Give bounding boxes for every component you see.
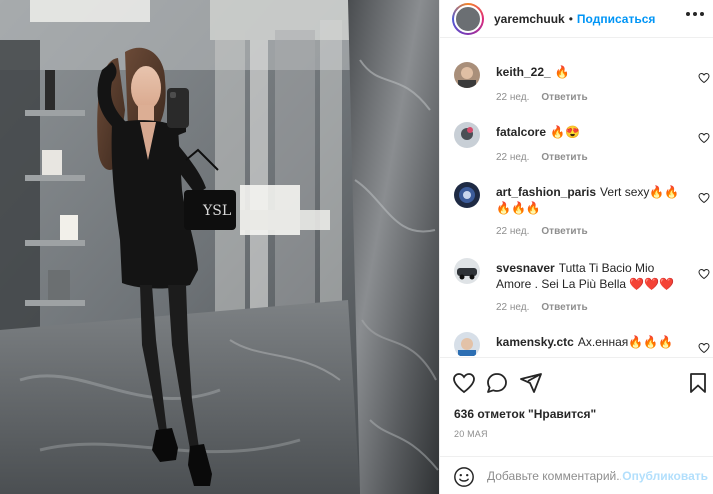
post-side-panel: yaremchuuk • Подписаться keith_22_ 🔥 22 н… (439, 0, 713, 494)
likes-count[interactable]: 636 отметок "Нравится" (454, 407, 596, 421)
commenter-username[interactable]: svesnaver (496, 261, 555, 275)
reply-button[interactable]: Ответить (541, 92, 587, 103)
author-avatar-image (454, 4, 482, 33)
commenter-username[interactable]: kamensky.ctc (496, 335, 574, 349)
reply-button[interactable]: Ответить (541, 152, 587, 163)
more-horizontal-icon[interactable] (686, 12, 704, 16)
commenter-username[interactable]: art_fashion_paris (496, 185, 596, 199)
commenter-username[interactable]: keith_22_ (496, 65, 551, 79)
comment-time: 22 нед. (496, 302, 530, 313)
separator-dot: • (568, 11, 573, 26)
post-actions: 636 отметок "Нравится" 20 мая Опубликова… (440, 357, 713, 494)
share-icon[interactable] (519, 371, 543, 395)
svg-text:YSL: YSL (202, 203, 231, 219)
follow-button[interactable]: Подписаться (577, 12, 655, 26)
comment-time: 22 нед. (496, 226, 530, 237)
commenter-avatar[interactable] (454, 332, 480, 356)
commenter-avatar[interactable] (454, 182, 480, 208)
comment-text: Ах.енная🔥🔥🔥 (577, 335, 674, 349)
commenter-avatar[interactable] (454, 258, 480, 284)
comment-time: 22 нед. (496, 92, 530, 103)
comment-like-heart-icon[interactable] (698, 342, 710, 354)
mirror-selfie-image: YSL (0, 0, 439, 494)
heart-icon[interactable] (452, 371, 476, 395)
commenter-avatar[interactable] (454, 122, 480, 148)
comment-like-heart-icon[interactable] (698, 192, 710, 204)
emoji-icon[interactable] (453, 466, 475, 488)
publish-button[interactable]: Опубликовать (622, 469, 708, 483)
commenter-username[interactable]: fatalcore (496, 125, 546, 139)
post-date[interactable]: 20 мая (454, 429, 488, 439)
comment-like-heart-icon[interactable] (698, 132, 710, 144)
author-username[interactable]: yaremchuuk (494, 12, 565, 26)
commenter-avatar[interactable] (454, 62, 480, 88)
comment-icon[interactable] (485, 371, 509, 395)
comments-list[interactable]: keith_22_ 🔥 22 нед. Ответить fatalcore 🔥😍 2… (440, 38, 713, 356)
reply-button[interactable]: Ответить (541, 226, 587, 237)
comment-text: 🔥 (554, 65, 570, 79)
post-photo[interactable]: YSL (0, 0, 439, 494)
add-comment-bar: Опубликовать (440, 456, 713, 494)
bookmark-icon[interactable] (686, 371, 710, 395)
comment-text: 🔥😍 (550, 125, 580, 139)
author-avatar[interactable] (452, 2, 484, 35)
comment-like-heart-icon[interactable] (698, 72, 710, 84)
post-header: yaremchuuk • Подписаться (440, 0, 713, 38)
reply-button[interactable]: Ответить (541, 302, 587, 313)
comment-like-heart-icon[interactable] (698, 268, 710, 280)
comment-input[interactable] (487, 465, 621, 487)
comment-time: 22 нед. (496, 152, 530, 163)
